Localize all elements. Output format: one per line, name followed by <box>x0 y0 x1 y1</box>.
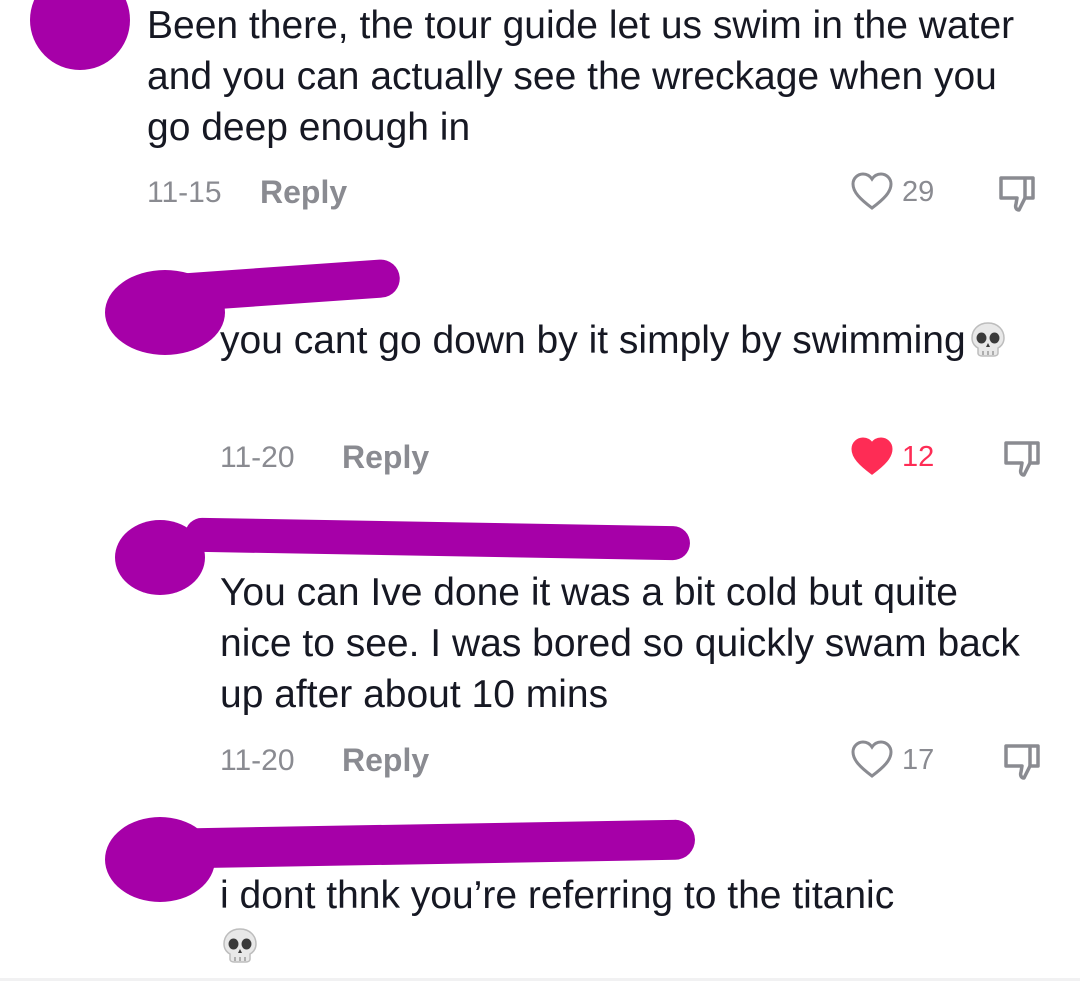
like-button[interactable]: 29 <box>850 172 934 212</box>
dislike-icon[interactable] <box>995 172 1039 216</box>
comment-1: Been there, the tour guide let us swim i… <box>0 0 1080 230</box>
comment-text-content: i dont thnk you’re referring to the tita… <box>220 874 895 917</box>
dislike-icon[interactable] <box>1000 740 1044 784</box>
comment-date: 11-20 <box>220 744 295 777</box>
dislike-icon[interactable] <box>1000 437 1044 481</box>
avatar[interactable] <box>30 0 130 70</box>
comment-date: 11-20 <box>220 441 295 474</box>
comment-2: you cant go down by it simply by swimmin… <box>0 255 1080 495</box>
like-count: 17 <box>902 743 935 776</box>
skull-emoji-icon <box>970 322 1005 357</box>
reply-button[interactable]: Reply <box>260 175 347 209</box>
heart-filled-icon <box>851 437 893 475</box>
reply-button[interactable]: Reply <box>342 440 429 474</box>
like-count: 29 <box>902 175 935 208</box>
comment-text-content: you cant go down by it simply by swimmin… <box>220 319 966 362</box>
comment-3: You can Ive done it was a bit cold but q… <box>0 510 1080 810</box>
comment-4: i dont thnk you’re referring to the tita… <box>0 812 1080 978</box>
comment-text: You can Ive done it was a bit cold but q… <box>220 571 1031 716</box>
redacted-username <box>174 819 696 869</box>
heart-outline-icon <box>851 172 893 210</box>
skull-emoji-icon <box>223 928 257 963</box>
comment-text: Been there, the tour guide let us swim i… <box>147 4 1025 149</box>
like-button[interactable]: 12 <box>850 437 934 477</box>
redacted-username <box>148 258 402 314</box>
redacted-username <box>184 517 691 561</box>
like-button[interactable]: 17 <box>850 740 934 780</box>
comment-text: you cant go down by it simply by swimmin… <box>220 315 1020 366</box>
heart-outline-icon <box>851 740 893 778</box>
comment-date: 11-15 <box>147 176 222 209</box>
comment-text: i dont thnk you’re referring to the tita… <box>220 870 1040 972</box>
like-count: 12 <box>902 440 935 473</box>
reply-button[interactable]: Reply <box>342 743 429 777</box>
